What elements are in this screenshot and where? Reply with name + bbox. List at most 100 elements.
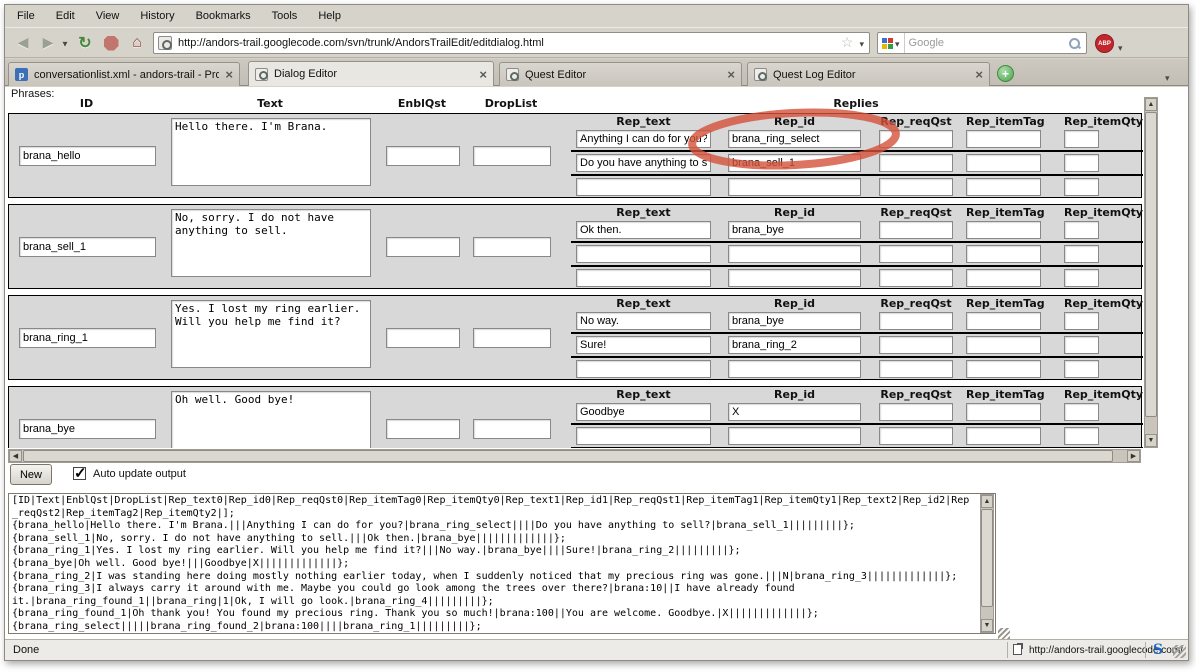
reply-reqqst-input[interactable] <box>879 245 953 263</box>
menu-help[interactable]: Help <box>316 9 343 23</box>
phrases-horizontal-scrollbar[interactable] <box>8 449 1141 463</box>
back-button[interactable] <box>11 31 35 55</box>
reply-itemtag-input[interactable] <box>966 269 1041 287</box>
url-bar[interactable]: http://andors-trail.googlecode.com/svn/t… <box>153 32 870 54</box>
reply-reqqst-input[interactable] <box>879 360 953 378</box>
phrase-id-input[interactable] <box>19 419 156 439</box>
reply-text-input[interactable] <box>576 130 711 148</box>
search-input[interactable] <box>905 37 1068 49</box>
reply-id-input[interactable] <box>728 154 861 172</box>
scrollbar-thumb[interactable] <box>1145 112 1157 417</box>
reply-id-input[interactable] <box>728 245 861 263</box>
reply-id-input[interactable] <box>728 269 861 287</box>
phrase-droplist-input[interactable] <box>473 237 551 257</box>
reply-itemtag-input[interactable] <box>966 336 1041 354</box>
url-dropdown-caret-icon[interactable] <box>859 34 864 52</box>
auto-update-checkbox[interactable] <box>73 467 86 480</box>
reply-itemqty-input[interactable] <box>1064 245 1099 263</box>
reply-text-input[interactable] <box>576 154 711 172</box>
scrollbar-thumb[interactable] <box>23 450 1113 462</box>
phrases-vertical-scrollbar[interactable] <box>1144 97 1158 448</box>
tab-conversationlist[interactable]: conversationlist.xml - andors-trail - Pr… <box>8 62 240 86</box>
reply-itemqty-input[interactable] <box>1064 154 1099 172</box>
reply-itemqty-input[interactable] <box>1064 427 1099 445</box>
phrase-droplist-input[interactable] <box>473 146 551 166</box>
scroll-right-icon[interactable] <box>1127 450 1140 462</box>
scroll-down-icon[interactable] <box>981 619 993 632</box>
reply-text-input[interactable] <box>576 312 711 330</box>
tab-dialog-editor[interactable]: Dialog Editor <box>248 61 494 86</box>
phrase-id-input[interactable] <box>19 237 156 257</box>
reply-reqqst-input[interactable] <box>879 154 953 172</box>
reply-itemtag-input[interactable] <box>966 154 1041 172</box>
reply-itemtag-input[interactable] <box>966 178 1041 196</box>
reply-id-input[interactable] <box>728 221 861 239</box>
output-scrollbar[interactable] <box>980 494 994 633</box>
reply-reqqst-input[interactable] <box>879 269 953 287</box>
reply-id-input[interactable] <box>728 427 861 445</box>
forward-button[interactable] <box>36 31 60 55</box>
reply-text-input[interactable] <box>576 403 711 421</box>
reply-itemtag-input[interactable] <box>966 403 1041 421</box>
scroll-up-icon[interactable] <box>981 495 993 508</box>
phrase-id-input[interactable] <box>19 146 156 166</box>
reply-itemqty-input[interactable] <box>1064 221 1099 239</box>
search-icon[interactable] <box>1068 37 1081 50</box>
reply-id-input[interactable] <box>728 130 861 148</box>
reply-id-input[interactable] <box>728 336 861 354</box>
reply-itemtag-input[interactable] <box>966 221 1041 239</box>
phrase-id-input[interactable] <box>19 328 156 348</box>
reply-itemtag-input[interactable] <box>966 130 1041 148</box>
reload-button[interactable] <box>73 31 97 55</box>
reply-text-input[interactable] <box>576 336 711 354</box>
adblock-icon[interactable]: ABP <box>1095 34 1114 53</box>
tab-list-caret-icon[interactable] <box>1165 68 1170 86</box>
extension-s-icon[interactable]: S <box>1153 642 1163 658</box>
search-engine-selector[interactable] <box>878 33 905 53</box>
phrase-enblqst-input[interactable] <box>386 237 460 257</box>
menu-edit[interactable]: Edit <box>54 9 77 23</box>
reply-text-input[interactable] <box>576 245 711 263</box>
reply-id-input[interactable] <box>728 178 861 196</box>
phrase-text-area[interactable]: Hello there. I'm Brana. <box>171 118 371 186</box>
scroll-left-icon[interactable] <box>9 450 22 462</box>
history-dropdown[interactable] <box>59 31 71 55</box>
close-icon[interactable] <box>479 67 487 82</box>
scrollbar-thumb[interactable] <box>981 509 993 607</box>
reply-itemtag-input[interactable] <box>966 360 1041 378</box>
reply-itemqty-input[interactable] <box>1064 403 1099 421</box>
phrase-enblqst-input[interactable] <box>386 328 460 348</box>
new-tab-button[interactable] <box>997 65 1014 82</box>
scroll-up-icon[interactable] <box>1145 98 1157 111</box>
reply-reqqst-input[interactable] <box>879 312 953 330</box>
new-phrase-button[interactable]: New <box>10 464 52 485</box>
reply-reqqst-input[interactable] <box>879 130 953 148</box>
reply-itemqty-input[interactable] <box>1064 130 1099 148</box>
search-bar[interactable] <box>877 32 1087 54</box>
home-button[interactable] <box>125 31 149 55</box>
adblock-caret-icon[interactable] <box>1118 38 1123 56</box>
phrase-droplist-input[interactable] <box>473 419 551 439</box>
reply-reqqst-input[interactable] <box>879 403 953 421</box>
reply-text-input[interactable] <box>576 221 711 239</box>
phrase-text-area[interactable]: Yes. I lost my ring earlier. Will you he… <box>171 300 371 368</box>
reply-text-input[interactable] <box>576 360 711 378</box>
reply-id-input[interactable] <box>728 403 861 421</box>
close-icon[interactable] <box>225 67 233 82</box>
reply-text-input[interactable] <box>576 427 711 445</box>
phrase-droplist-input[interactable] <box>473 328 551 348</box>
phrase-enblqst-input[interactable] <box>386 419 460 439</box>
reply-itemqty-input[interactable] <box>1064 312 1099 330</box>
reply-reqqst-input[interactable] <box>879 336 953 354</box>
scroll-down-icon[interactable] <box>1145 434 1157 447</box>
reply-text-input[interactable] <box>576 269 711 287</box>
bookmark-star-icon[interactable] <box>841 34 854 52</box>
output-textarea[interactable]: [ID|Text|EnblQst|DropList|Rep_text0|Rep_… <box>8 493 996 634</box>
close-icon[interactable] <box>727 67 735 82</box>
phrase-text-area[interactable]: Oh well. Good bye! <box>171 391 371 448</box>
close-icon[interactable] <box>975 67 983 82</box>
reply-itemtag-input[interactable] <box>966 245 1041 263</box>
reply-itemqty-input[interactable] <box>1064 360 1099 378</box>
reply-reqqst-input[interactable] <box>879 427 953 445</box>
reply-itemqty-input[interactable] <box>1064 336 1099 354</box>
